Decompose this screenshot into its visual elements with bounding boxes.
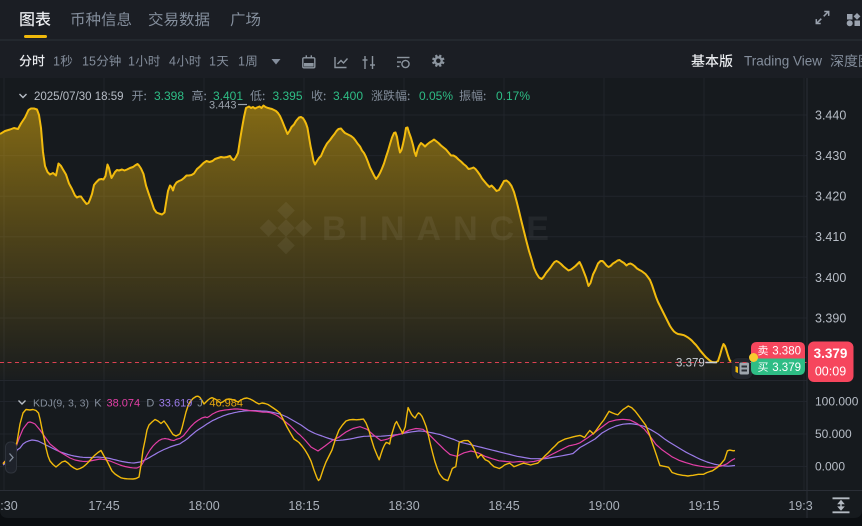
svg-text:0.000: 0.000 xyxy=(815,460,845,474)
svg-text:3.430: 3.430 xyxy=(815,149,846,163)
svg-text:3.440: 3.440 xyxy=(815,108,846,122)
svg-text:18:30: 18:30 xyxy=(388,499,419,513)
svg-text:17:30: 17:30 xyxy=(0,499,18,513)
svg-text:1: 1 xyxy=(128,55,135,69)
svg-text:00:09: 00:09 xyxy=(815,365,846,379)
svg-text:18:15: 18:15 xyxy=(288,499,319,513)
svg-text:33.619: 33.619 xyxy=(159,398,193,410)
svg-text:19:15: 19:15 xyxy=(688,499,719,513)
svg-text:38.074: 38.074 xyxy=(107,398,141,410)
svg-text:3.401: 3.401 xyxy=(213,89,243,103)
svg-text:19:00: 19:00 xyxy=(588,499,619,513)
svg-text:3.379: 3.379 xyxy=(772,362,801,374)
svg-text:46.984: 46.984 xyxy=(209,398,243,410)
svg-text:15: 15 xyxy=(82,55,96,69)
svg-text:1: 1 xyxy=(209,55,216,69)
svg-text:50.000: 50.000 xyxy=(815,427,852,441)
svg-text:3.379: 3.379 xyxy=(814,346,848,361)
svg-text:0.17%: 0.17% xyxy=(496,89,530,103)
svg-text:3.379: 3.379 xyxy=(676,358,705,370)
svg-text:3.410: 3.410 xyxy=(815,230,846,244)
svg-text:2025/07/30 18:59: 2025/07/30 18:59 xyxy=(34,91,124,103)
svg-text:17:45: 17:45 xyxy=(88,499,119,513)
svg-text:D: D xyxy=(146,398,154,410)
svg-text:J: J xyxy=(197,398,203,410)
svg-text:1: 1 xyxy=(53,55,60,69)
svg-text:100.000: 100.000 xyxy=(815,395,859,409)
svg-text:3.400: 3.400 xyxy=(815,271,846,285)
svg-text:0.05%: 0.05% xyxy=(419,89,453,103)
svg-text:3.395: 3.395 xyxy=(273,89,303,103)
svg-text:3.380: 3.380 xyxy=(772,346,801,358)
svg-text:3.400: 3.400 xyxy=(333,89,363,103)
svg-text:3.390: 3.390 xyxy=(815,311,846,325)
svg-text:K: K xyxy=(94,398,102,410)
svg-text:18:45: 18:45 xyxy=(488,499,519,513)
svg-text:1: 1 xyxy=(238,55,245,69)
svg-text:Trading View: Trading View xyxy=(744,54,822,69)
svg-text:KDJ(9, 3, 3): KDJ(9, 3, 3) xyxy=(33,398,89,410)
svg-text:3.420: 3.420 xyxy=(815,190,846,204)
svg-text:BINANCE: BINANCE xyxy=(322,210,561,248)
svg-text:4: 4 xyxy=(169,55,176,69)
svg-text:3.398: 3.398 xyxy=(154,89,184,103)
svg-text:18:00: 18:00 xyxy=(188,499,219,513)
